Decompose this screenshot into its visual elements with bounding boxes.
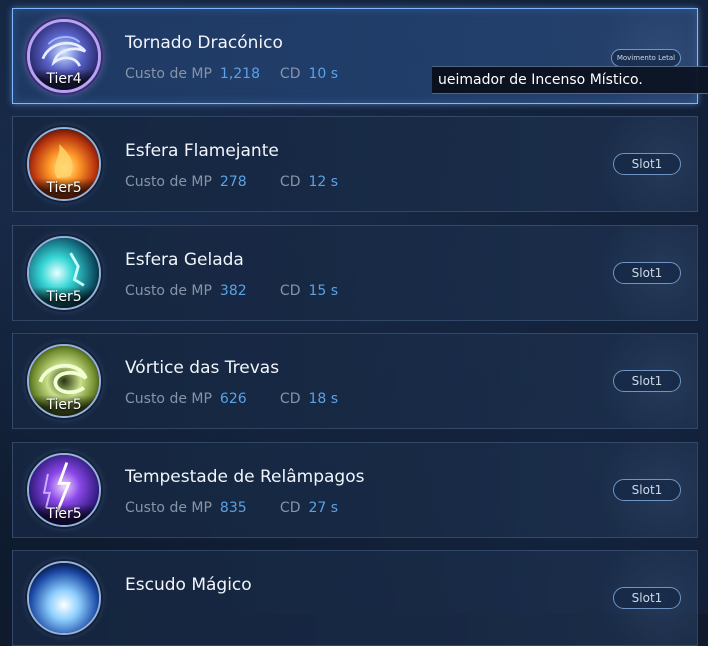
skill-stats: Custo de MP 835 CD 27 s xyxy=(125,500,338,516)
skill-name: Esfera Gelada xyxy=(125,250,244,270)
slot-button[interactable]: Slot1 xyxy=(613,479,681,501)
tier-badge: Tier5 xyxy=(29,178,99,199)
mp-cost-value: 382 xyxy=(219,283,247,299)
dragon-tornado-icon: Tier4 xyxy=(27,19,101,93)
tier-badge: Tier5 xyxy=(29,504,99,525)
cooldown-label: CD xyxy=(279,66,301,82)
mp-cost-label: Custo de MP xyxy=(125,174,212,190)
tier-badge: Tier5 xyxy=(29,287,99,308)
tooltip: ueimador de Incenso Místico. xyxy=(432,66,708,94)
mp-cost-label: Custo de MP xyxy=(125,391,212,407)
slot-button[interactable]: Movimento Letal xyxy=(611,49,681,67)
cooldown-value: 10 s xyxy=(308,66,339,82)
skill-card-esfera-flamejante[interactable]: Tier5 Esfera Flamejante Custo de MP 278 CD… xyxy=(12,116,698,212)
magic-shield-icon xyxy=(27,561,101,635)
ice-orb-icon: Tier5 xyxy=(27,236,101,310)
skill-name: Esfera Flamejante xyxy=(125,141,279,161)
cooldown-label: CD xyxy=(279,283,301,299)
mp-cost-value: 1,218 xyxy=(219,66,261,82)
cooldown-label: CD xyxy=(279,174,301,190)
skill-card-escudo-magico[interactable]: Escudo Mágico Slot1 xyxy=(12,550,698,646)
cooldown-value: 27 s xyxy=(308,500,339,516)
skill-name: Tempestade de Relâmpagos xyxy=(125,467,365,487)
skill-name: Escudo Mágico xyxy=(125,575,252,595)
skill-card-esfera-gelada[interactable]: Tier5 Esfera Gelada Custo de MP 382 CD 15 s… xyxy=(12,225,698,321)
tier-badge: Tier4 xyxy=(30,69,98,90)
mp-cost-label: Custo de MP xyxy=(125,500,212,516)
lightning-storm-icon: Tier5 xyxy=(27,453,101,527)
mp-cost-label: Custo de MP xyxy=(125,66,212,82)
mp-cost-label: Custo de MP xyxy=(125,283,212,299)
slot-button[interactable]: Slot1 xyxy=(613,153,681,175)
skill-stats: Custo de MP 1,218 CD 10 s xyxy=(125,66,338,82)
cooldown-label: CD xyxy=(279,391,301,407)
cooldown-label: CD xyxy=(279,500,301,516)
skill-stats: Custo de MP 382 CD 15 s xyxy=(125,283,338,299)
cooldown-value: 15 s xyxy=(308,283,339,299)
cooldown-value: 18 s xyxy=(308,391,339,407)
slot-button[interactable]: Slot1 xyxy=(613,370,681,392)
tier-badge: Tier5 xyxy=(29,395,99,416)
fire-orb-icon: Tier5 xyxy=(27,127,101,201)
dark-vortex-icon: Tier5 xyxy=(27,344,101,418)
skill-card-vortice-das-trevas[interactable]: Tier5 Vórtice das Trevas Custo de MP 626 C… xyxy=(12,333,698,429)
slot-button[interactable]: Slot1 xyxy=(613,262,681,284)
mp-cost-value: 278 xyxy=(219,174,247,190)
mp-cost-value: 626 xyxy=(219,391,247,407)
skill-name: Vórtice das Trevas xyxy=(125,358,280,378)
mp-cost-value: 835 xyxy=(219,500,247,516)
skill-name: Tornado Dracónico xyxy=(125,33,283,53)
skill-stats: Custo de MP 278 CD 12 s xyxy=(125,174,338,190)
skill-stats: Custo de MP 626 CD 18 s xyxy=(125,391,338,407)
cooldown-value: 12 s xyxy=(308,174,339,190)
slot-button[interactable]: Slot1 xyxy=(613,587,681,609)
skill-card-tempestade-de-relampagos[interactable]: Tier5 Tempestade de Relâmpagos Custo de … xyxy=(12,442,698,538)
